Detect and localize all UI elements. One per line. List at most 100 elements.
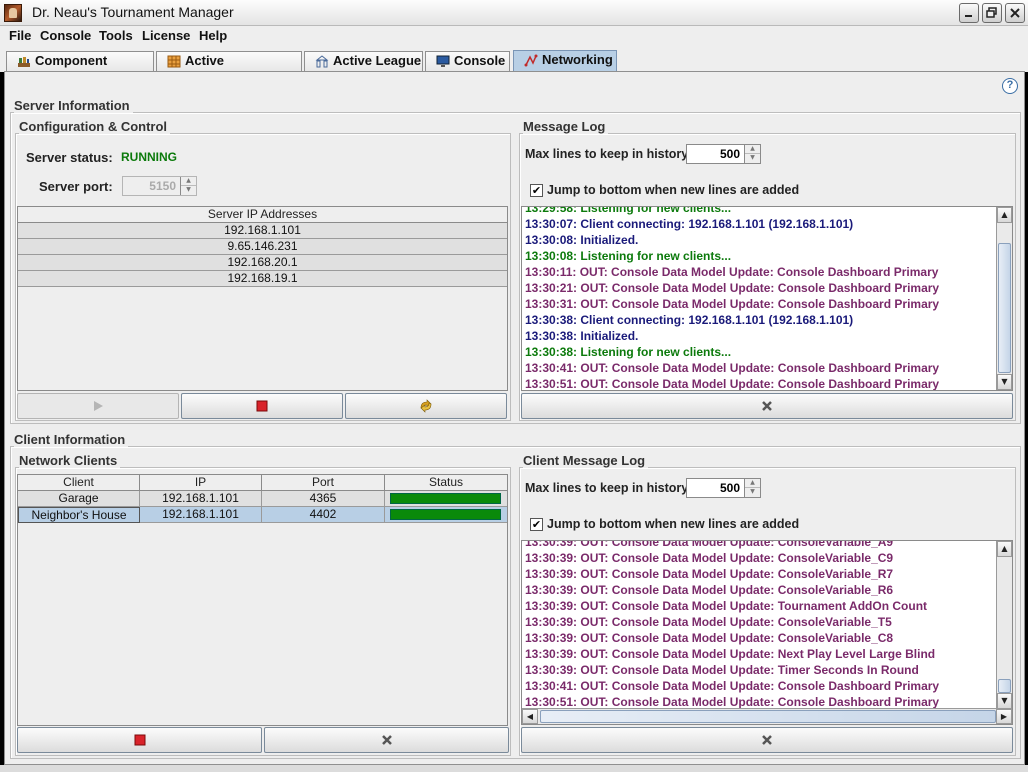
log-line: 13:30:38: Listening for new clients... (525, 345, 732, 359)
scroll-down-arrow[interactable]: ▼ (997, 374, 1012, 390)
tab-active-tournament[interactable]: Active Tournament (156, 51, 302, 86)
client-log-vscroll[interactable]: ▲ ▼ (996, 541, 1012, 709)
server-information-title: Server Information (14, 98, 133, 113)
client-status (385, 507, 507, 523)
menu-console[interactable]: Console (40, 28, 91, 43)
col-status[interactable]: Status (385, 475, 507, 491)
minimize-icon (965, 15, 972, 17)
max-lines-label: Max lines to keep in history: (525, 147, 693, 161)
client-max-lines-spinner[interactable]: 500 ▲ ▼ (686, 478, 761, 498)
tab-label: Active League (333, 53, 422, 68)
client-row-garage[interactable]: Garage 192.168.1.101 4365 (18, 491, 507, 507)
log-line: 13:30:07: Client connecting: 192.168.1.1… (525, 217, 854, 231)
disconnect-client-button[interactable] (17, 727, 262, 753)
clear-client-log-button[interactable] (521, 727, 1013, 753)
hscroll-thumb[interactable] (540, 710, 996, 723)
log-line: 13:30:41: OUT: Console Data Model Update… (525, 361, 940, 375)
log-line: 13:30:08: Listening for new clients... (525, 249, 732, 263)
client-message-log-area[interactable]: 13:30:39: OUT: Console Data Model Update… (521, 540, 1013, 725)
port-spinner-arrows: ▲ ▼ (180, 177, 196, 195)
stop-icon (256, 400, 268, 412)
message-log-vscroll[interactable]: ▲ ▼ (996, 207, 1012, 390)
monitor-icon (436, 55, 450, 67)
client-ip: 192.168.1.101 (140, 491, 262, 507)
log-line: 13:30:11: OUT: Console Data Model Update… (525, 265, 939, 279)
message-log-title: Message Log (523, 119, 609, 134)
client-name: Garage (18, 491, 140, 507)
tab-label: Console (454, 53, 506, 68)
jump-to-bottom-checkbox[interactable]: ✔ (530, 184, 543, 197)
spin-up-icon: ▲ (181, 177, 196, 186)
menu-tools[interactable]: Tools (99, 28, 133, 43)
clear-icon (381, 735, 392, 745)
log-line: 13:30:31: OUT: Console Data Model Update… (525, 297, 940, 311)
tab-component-library[interactable]: Component Library (6, 51, 154, 86)
clear-icon (762, 735, 772, 745)
status-indicator (390, 493, 501, 504)
table-row[interactable]: 9.65.146.231 (18, 239, 507, 255)
network-clients-title: Network Clients (19, 453, 121, 468)
client-row-neighbors-house[interactable]: Neighbor's House 192.168.1.101 4402 (18, 507, 507, 523)
server-port-value: 5150 (149, 179, 176, 193)
spinner-arrows[interactable]: ▲ ▼ (744, 479, 760, 497)
spin-up-icon[interactable]: ▲ (745, 145, 760, 154)
max-lines-spinner[interactable]: 500 ▲ ▼ (686, 144, 761, 164)
log-line: 13:30:39: OUT: Console Data Model Update… (525, 567, 894, 581)
col-port[interactable]: Port (262, 475, 385, 491)
close-button[interactable] (1005, 3, 1025, 23)
client-information-title: Client Information (14, 432, 129, 447)
maximize-button[interactable] (982, 3, 1002, 23)
title-bar: Dr. Neau's Tournament Manager (0, 0, 1028, 26)
tab-console[interactable]: Console (425, 51, 510, 71)
scroll-up-arrow[interactable]: ▲ (997, 207, 1012, 223)
refresh-icon (420, 399, 432, 413)
help-icon[interactable]: ? (1002, 78, 1018, 94)
window-title: Dr. Neau's Tournament Manager (32, 4, 234, 20)
menu-license[interactable]: License (142, 28, 190, 43)
minimize-button[interactable] (959, 3, 979, 23)
tab-networking[interactable]: Networking (513, 50, 617, 72)
spin-down-icon[interactable]: ▼ (745, 488, 760, 497)
scroll-down-arrow[interactable]: ▼ (997, 693, 1012, 709)
table-row[interactable]: 192.168.19.1 (18, 271, 507, 287)
table-row[interactable]: 192.168.20.1 (18, 255, 507, 271)
remove-client-button[interactable] (264, 727, 509, 753)
stop-server-button[interactable] (181, 393, 343, 419)
tab-bar: Component Library Active Tournament Acti… (0, 47, 1028, 86)
log-line: 13:30:21: OUT: Console Data Model Update… (525, 281, 940, 295)
server-ip-header: Server IP Addresses (18, 207, 507, 223)
spinner-arrows[interactable]: ▲ ▼ (744, 145, 760, 163)
client-log-hscroll[interactable]: ◀ ▶ (522, 708, 1012, 724)
col-client[interactable]: Client (18, 475, 140, 491)
client-jump-to-bottom-checkbox[interactable]: ✔ (530, 518, 543, 531)
scroll-right-arrow[interactable]: ▶ (996, 709, 1012, 724)
log-line: 13:30:39: OUT: Console Data Model Update… (525, 647, 936, 661)
log-line: 13:30:39: OUT: Console Data Model Update… (525, 540, 894, 549)
menu-file[interactable]: File (9, 28, 31, 43)
spin-down-icon[interactable]: ▼ (745, 154, 760, 163)
client-name: Neighbor's House (18, 507, 140, 523)
message-log-area[interactable]: 13:29:58: Listening for new clients... 13… (521, 206, 1013, 391)
clear-message-log-button[interactable] (521, 393, 1013, 419)
log-line: 13:29:58: Listening for new clients... (525, 206, 732, 215)
scroll-thumb[interactable] (998, 679, 1011, 693)
spin-up-icon[interactable]: ▲ (745, 479, 760, 488)
network-icon (524, 54, 538, 67)
scroll-up-arrow[interactable]: ▲ (997, 541, 1012, 557)
col-ip[interactable]: IP (140, 475, 262, 491)
scroll-thumb[interactable] (998, 243, 1011, 373)
clear-icon (762, 401, 772, 411)
log-line: 13:30:39: OUT: Console Data Model Update… (525, 551, 894, 565)
spin-down-icon: ▼ (186, 186, 191, 193)
menu-help[interactable]: Help (199, 28, 227, 43)
tab-active-league[interactable]: Active League (304, 51, 423, 71)
refresh-server-button[interactable] (345, 393, 507, 419)
start-server-button[interactable] (17, 393, 179, 419)
client-ip: 192.168.1.101 (140, 507, 262, 523)
server-status-value: RUNNING (121, 150, 177, 164)
table-row[interactable]: 192.168.1.101 (18, 223, 507, 239)
client-max-lines-value: 500 (719, 481, 740, 495)
scroll-left-arrow[interactable]: ◀ (522, 709, 538, 724)
client-max-lines-label: Max lines to keep in history: (525, 481, 693, 495)
status-indicator (390, 509, 501, 520)
